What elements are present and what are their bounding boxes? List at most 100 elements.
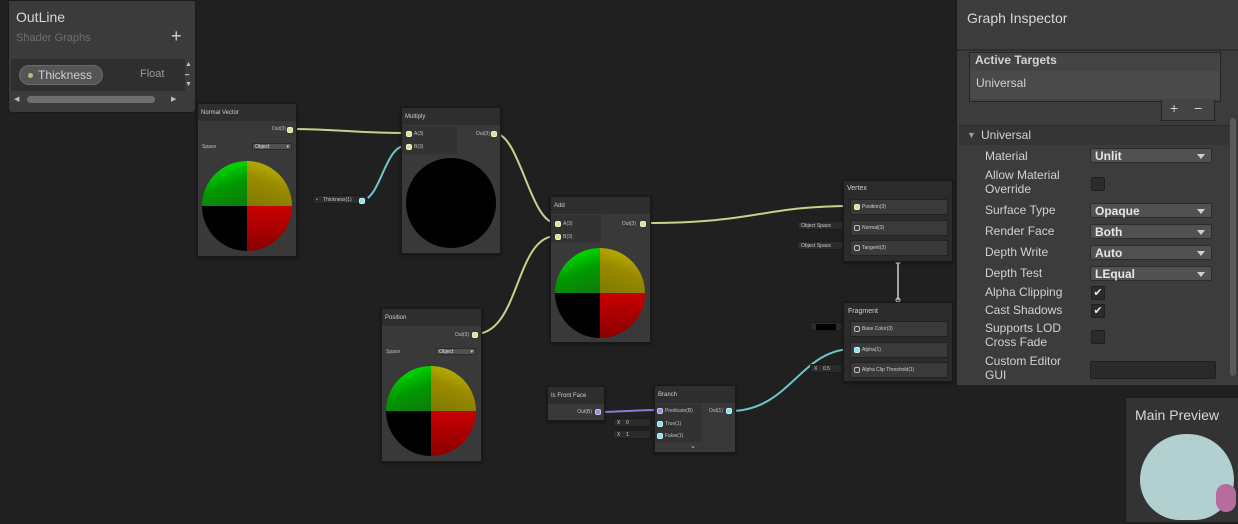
value-text[interactable]: 0.5	[823, 365, 830, 373]
input-port-a[interactable]	[555, 221, 561, 227]
input-port-alpha[interactable]	[854, 347, 860, 353]
wire-multiply-to-add-a[interactable]	[493, 132, 557, 224]
block-base-color[interactable]: Base Color(3)	[850, 321, 948, 337]
tangent-space-field[interactable]: Object Space	[797, 241, 843, 250]
wire-thickness-to-multiply-b[interactable]	[361, 145, 406, 201]
foldout-triangle-icon[interactable]: ▼	[967, 130, 976, 140]
normal-space-field[interactable]: Object Space	[797, 221, 843, 230]
blackboard-vertical-scrollbar[interactable]: ▲ ━ ▼	[185, 61, 195, 91]
allow-material-override-checkbox[interactable]	[1091, 177, 1105, 191]
space-dropdown-value: Object	[255, 144, 270, 150]
label-surface-type: Surface Type	[985, 203, 1056, 217]
base-color-field[interactable]	[810, 322, 842, 331]
input-port-b[interactable]	[406, 144, 412, 150]
scroll-right-icon[interactable]: ▶	[171, 95, 176, 103]
node-title[interactable]: Position	[382, 309, 481, 326]
cast-shadows-checkbox[interactable]: ✔	[1091, 304, 1105, 318]
input-port-true[interactable]	[657, 421, 663, 427]
property-pill-thickness[interactable]: Thickness	[19, 65, 103, 85]
node-multiply[interactable]: Multiply A(3) B(3) Out(3)	[401, 107, 501, 254]
block-label: Tangent(3)	[862, 245, 886, 251]
port-label: B(3)	[414, 144, 424, 150]
node-title[interactable]: Branch	[655, 386, 735, 403]
node-title[interactable]: Fragment	[848, 308, 878, 315]
space-label: Space	[202, 144, 217, 150]
node-title[interactable]: Multiply	[402, 108, 500, 125]
material-dropdown[interactable]: Unlit	[1090, 148, 1212, 163]
dropdown-chevron-icon	[1197, 209, 1205, 214]
alpha-clipping-checkbox[interactable]: ✔	[1091, 286, 1105, 300]
node-title[interactable]: Add	[551, 197, 650, 214]
node-fragment-context[interactable]: Fragment Base Color(3) Alpha(1) Alpha Cl…	[843, 302, 953, 382]
block-tangent[interactable]: Tangent(3)	[850, 240, 948, 256]
depth-write-dropdown[interactable]: Auto	[1090, 245, 1212, 260]
input-port-predicate[interactable]	[657, 408, 663, 414]
color-swatch[interactable]	[816, 324, 836, 330]
input-port-alpha-clip[interactable]	[854, 367, 860, 373]
expand-chevron-icon[interactable]: ⌄	[690, 442, 696, 450]
output-port-thickness[interactable]	[359, 198, 365, 204]
block-normal[interactable]: Normal(3)	[850, 220, 948, 236]
dropdown-value: Both	[1095, 225, 1123, 239]
output-port-out[interactable]	[287, 127, 293, 133]
input-port-base-color[interactable]	[854, 326, 860, 332]
add-target-button[interactable]: +	[1170, 100, 1178, 116]
render-face-dropdown[interactable]: Both	[1090, 224, 1212, 239]
remove-target-button[interactable]: −	[1194, 100, 1202, 116]
node-title[interactable]: Vertex	[847, 185, 867, 192]
scroll-up-icon[interactable]: ▲	[185, 61, 192, 68]
wire-branch-to-fragment-alpha[interactable]	[729, 348, 854, 412]
input-port-normal[interactable]	[854, 225, 860, 231]
node-title[interactable]: Is Front Face	[548, 387, 604, 404]
node-title[interactable]: Normal Vector	[198, 104, 296, 121]
scroll-thumb[interactable]	[1230, 118, 1236, 376]
node-vertex-context[interactable]: Vertex Position(3) Normal(3) Tangent(3)	[843, 180, 953, 262]
output-port-out[interactable]	[640, 221, 646, 227]
node-add[interactable]: Add A(3) B(3) Out(3)	[550, 196, 651, 343]
dropdown-chevron-icon	[1197, 251, 1205, 256]
axis-label: X	[814, 366, 818, 372]
true-value-field[interactable]: X 0	[613, 418, 651, 427]
output-port-out[interactable]	[491, 131, 497, 137]
alpha-clip-value-field[interactable]: X 0.5	[810, 364, 842, 373]
scroll-thumb[interactable]	[27, 96, 155, 103]
wire-normal-to-multiply-a[interactable]	[290, 128, 406, 134]
blackboard-horizontal-scrollbar[interactable]: ◀ ▶	[11, 94, 183, 106]
port-label: A(3)	[414, 131, 424, 137]
label-alpha-clipping: Alpha Clipping	[985, 285, 1063, 299]
scroll-left-icon[interactable]: ◀	[14, 95, 19, 103]
space-dropdown[interactable]: Object ▾	[436, 348, 476, 355]
surface-type-dropdown[interactable]: Opaque	[1090, 203, 1212, 218]
block-alpha[interactable]: Alpha(1)	[850, 342, 948, 358]
false-value-field[interactable]: X 1	[613, 430, 651, 439]
block-position[interactable]: Position(3)	[850, 199, 948, 215]
input-port-position[interactable]	[854, 204, 860, 210]
inspector-scrollbar[interactable]	[1229, 118, 1237, 376]
port-label: Out(B)	[577, 409, 592, 415]
node-is-front-face[interactable]: Is Front Face Out(B)	[547, 386, 605, 421]
node-normal-vector[interactable]: Normal Vector Out(3) Space Object ▾	[197, 103, 297, 257]
value-text[interactable]: 0	[626, 419, 629, 427]
dropdown-value: LEqual	[1095, 267, 1136, 281]
scroll-down-icon[interactable]: ▼	[185, 81, 192, 88]
depth-test-dropdown[interactable]: LEqual	[1090, 266, 1212, 281]
input-port-b[interactable]	[555, 234, 561, 240]
input-port-a[interactable]	[406, 131, 412, 137]
node-position[interactable]: Position Out(3) Space Object ▾	[381, 308, 482, 462]
node-thickness-property[interactable]: • Thickness(1)	[312, 195, 368, 204]
custom-editor-gui-input[interactable]	[1090, 361, 1216, 379]
space-dropdown[interactable]: Object ▾	[252, 143, 292, 150]
output-port-out[interactable]	[595, 409, 601, 415]
input-port-false[interactable]	[657, 433, 663, 439]
scroll-middle-icon: ━	[185, 72, 190, 79]
block-label: Base Color(3)	[862, 326, 893, 332]
add-property-button[interactable]: +	[171, 27, 182, 45]
output-port-out[interactable]	[472, 332, 478, 338]
input-port-tangent[interactable]	[854, 245, 860, 251]
supports-lod-cross-fade-checkbox[interactable]	[1091, 330, 1105, 344]
block-alpha-clip[interactable]: Alpha Clip Threshold(1)	[850, 362, 948, 378]
wire-isfrontface-to-branch[interactable]	[597, 409, 661, 413]
value-text[interactable]: 1	[626, 431, 629, 439]
node-branch[interactable]: Branch Predicate(B) True(1) False(1) Out…	[654, 385, 736, 453]
output-port-out[interactable]	[726, 408, 732, 414]
